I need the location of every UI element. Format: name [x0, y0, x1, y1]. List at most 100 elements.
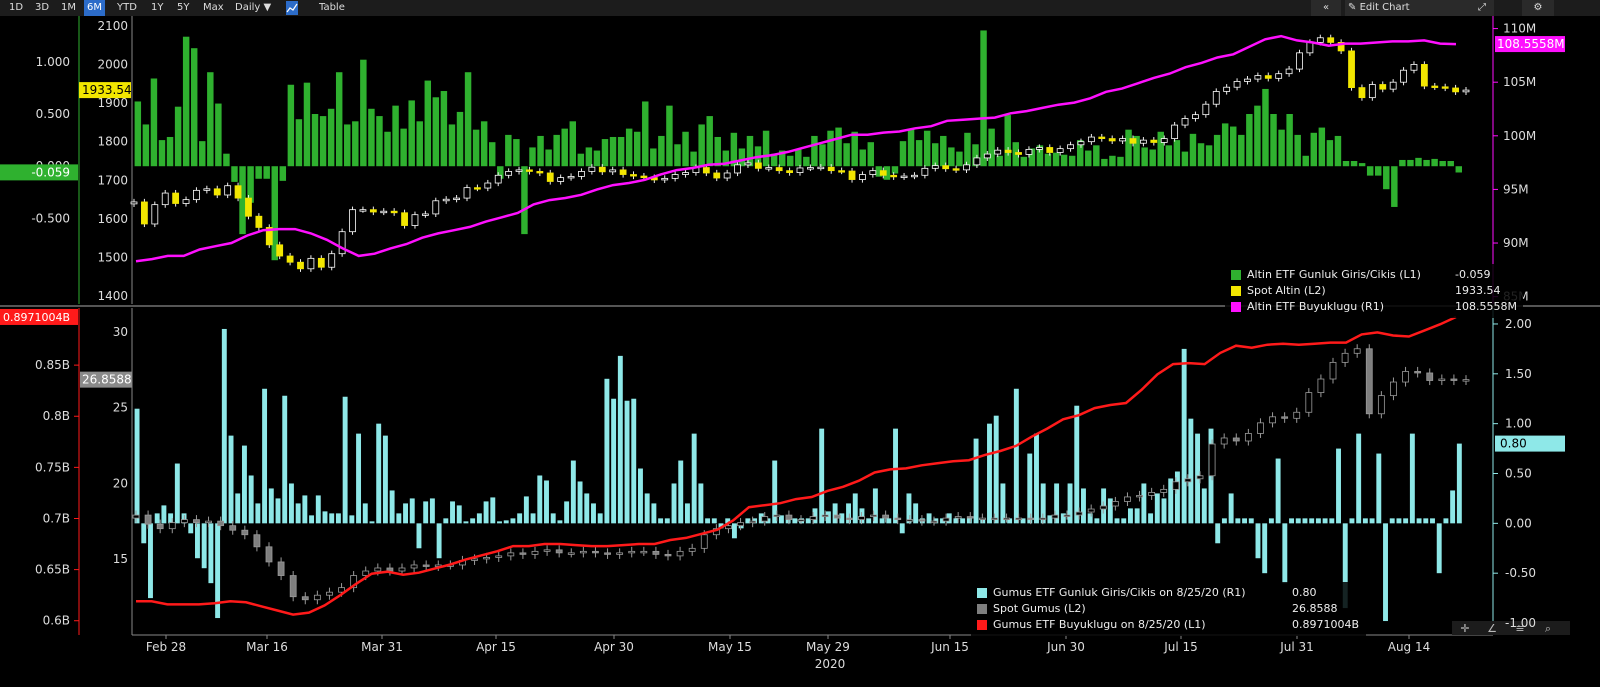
legend-value: 1933.54 [1455, 284, 1501, 297]
legend-item-silver-flow[interactable]: Gumus ETF Gunluk Giris/Cikis on 8/25/20 … [971, 585, 1366, 601]
gold-flow-bar [1431, 158, 1438, 167]
gold-candle-body [317, 257, 325, 268]
silver-flow-bar [436, 523, 442, 559]
silver-flow-bar [591, 503, 596, 524]
gold-candle-body [848, 170, 856, 180]
gold-flow-bar [1068, 155, 1076, 167]
silver-candle-body [1232, 437, 1240, 442]
gold-candle-body [255, 215, 263, 228]
silver-flow-bar [684, 503, 690, 524]
gold-candle-body [182, 199, 190, 204]
gold-candle-body [453, 197, 460, 200]
silver-flow-bar [1121, 518, 1127, 524]
legend-label: Altin ETF Buyuklugu (R1) [1247, 300, 1384, 313]
silver-flow-bar [1322, 518, 1328, 524]
collapse-icon[interactable]: « [1311, 0, 1341, 16]
gold-candle-body [567, 176, 575, 179]
legend-swatch [1231, 286, 1241, 296]
gold-price-value-tag-text: 1933.54 [82, 83, 132, 97]
gold-candle-body [1129, 138, 1137, 144]
gold-candle-body [193, 189, 200, 201]
gold-candle-body [245, 197, 252, 217]
interval-dropdown[interactable]: Daily ▼ [232, 0, 274, 16]
gold-flow-bar [529, 147, 536, 167]
range-max-button[interactable]: Max [200, 0, 227, 16]
silver-flow-bar [1248, 518, 1254, 524]
legend-item-silver-price[interactable]: Spot Gumus (L2) 26.8588 [971, 601, 1366, 617]
silver-flow-bar [1154, 493, 1160, 524]
silver-flow-bar [638, 468, 643, 524]
silver-candle-body [737, 522, 744, 527]
gear-icon[interactable]: ⚙ [1522, 0, 1554, 16]
gold-flow-bar [158, 140, 166, 167]
edit-chart-button[interactable]: ✎ Edit Chart [1345, 0, 1471, 16]
gold-flow-bar [424, 80, 432, 167]
table-button[interactable]: Table [316, 0, 348, 16]
range-3d-button[interactable]: 3D [32, 0, 52, 16]
gold-flow-bar [956, 151, 963, 167]
silver-candle-body [930, 520, 938, 524]
gold-flow-bar [472, 129, 480, 167]
silver-candle-body [1305, 392, 1313, 413]
legend-item-gold-flow[interactable]: Altin ETF Gunluk Giris/Cikis (L1) -0.059 [1225, 267, 1523, 283]
expand-icon[interactable]: ⤢ [1470, 0, 1494, 16]
top-inner-tick-label: 1800 [97, 135, 128, 149]
gold-candle-body [630, 174, 637, 177]
legend-label: Altin ETF Gunluk Giris/Cikis (L1) [1247, 268, 1421, 281]
bottom-inner-tick-label: 25 [113, 401, 128, 415]
silver-candle-body [205, 520, 212, 524]
silver-flow-bar [235, 493, 241, 524]
gold-flow-bar [762, 130, 770, 167]
silver-flow-bar [1235, 518, 1241, 524]
range-1d-button[interactable]: 1D [6, 0, 26, 16]
gold-candle-body [734, 164, 741, 174]
gold-candle-body [474, 187, 481, 190]
range-ytd-button[interactable]: YTD [114, 0, 140, 16]
x-tick-label: Jun 30 [1046, 640, 1085, 654]
range-1y-button[interactable]: 1Y [148, 0, 166, 16]
silver-flow-bar [1416, 518, 1422, 524]
top-left-tick-label: 0.500 [36, 107, 70, 121]
silver-candle-body [168, 522, 176, 530]
gold-flow-bar [408, 100, 415, 167]
silver-candle-body [1075, 511, 1083, 516]
gold-candle-body [619, 169, 627, 175]
range-6m-button[interactable]: 6M [84, 0, 105, 16]
silver-flow-bar [530, 513, 536, 524]
gold-flow-bar [311, 114, 319, 167]
silver-candle-body [507, 552, 515, 557]
gold-candle-body [172, 192, 180, 204]
silver-candle-body [265, 546, 273, 563]
silver-candle-body [870, 514, 877, 517]
gold-candle-body [1119, 138, 1126, 142]
silver-flow-bar [913, 503, 919, 524]
legend-item-silver-etf-size[interactable]: Gumus ETF Buyuklugu on 8/25/20 (L1) 0.89… [971, 617, 1366, 633]
bottom-right-tick-label: 1.00 [1505, 417, 1532, 431]
x-tick-label: Jun 15 [930, 640, 969, 654]
range-5y-button[interactable]: 5Y [174, 0, 192, 16]
x-tick-label: Jul 31 [1279, 640, 1314, 654]
gold-flow-bar [1060, 154, 1068, 167]
legend-item-gold-price[interactable]: Spot Altin (L2) 1933.54 [1225, 283, 1523, 299]
silver-candle-body [1281, 416, 1289, 419]
bottom-right-tick-label: 0.00 [1505, 516, 1532, 530]
bottom-right-tick-label: -0.50 [1505, 566, 1536, 580]
silver-flow-bar [490, 497, 496, 524]
silver-candle-body [688, 547, 696, 552]
gold-flow-bar [360, 59, 367, 167]
silver-flow-bar [1295, 518, 1301, 524]
range-1m-button[interactable]: 1M [58, 0, 79, 16]
top-inner-tick-label: 1900 [97, 96, 128, 110]
line-chart-icon[interactable] [286, 1, 298, 15]
gold-candle-body [1108, 138, 1116, 142]
gold-flow-bar [303, 82, 311, 167]
gold-candle-body [1275, 73, 1283, 79]
gold-candle-body [1212, 91, 1220, 105]
gold-flow-bar [714, 136, 721, 167]
legend-item-gold-etf-size[interactable]: Altin ETF Buyuklugu (R1) 108.5558M [1225, 299, 1523, 315]
silver-flow-bar [953, 518, 959, 524]
silver-flow-bar [1289, 518, 1294, 524]
silver-candle-body [1462, 379, 1470, 382]
silver-flow-bar [550, 513, 556, 524]
silver-flow-bar [349, 515, 355, 524]
